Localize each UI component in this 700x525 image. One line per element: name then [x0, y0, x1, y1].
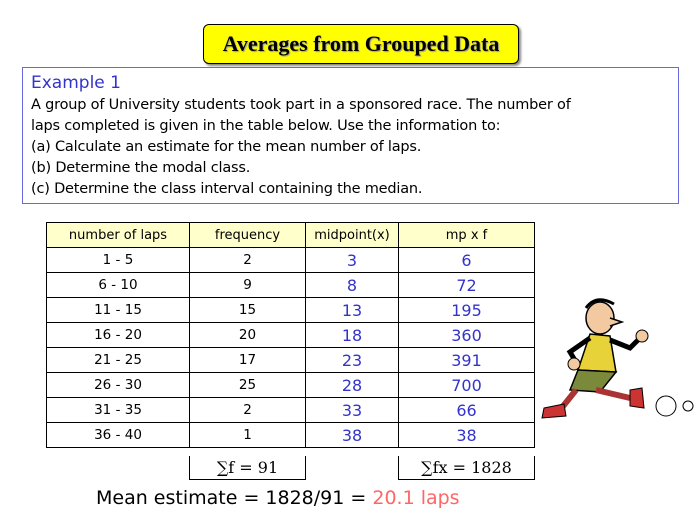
- table-cell: 2: [189, 397, 306, 423]
- mean-answer: 20.1 laps: [372, 487, 460, 509]
- table-row: 6 - 10 9 8 72: [46, 272, 535, 298]
- table-cell: 66: [398, 397, 535, 423]
- table-cell: 38: [398, 422, 535, 448]
- table-cell: 20: [189, 322, 306, 348]
- table-cell: 18: [305, 322, 399, 348]
- mean-estimate: Mean estimate = 1828/91 = 20.1 laps: [96, 487, 460, 509]
- table-cell: 26 - 30: [46, 372, 190, 398]
- table-cell: 1: [189, 422, 306, 448]
- table-row: 1 - 5236: [46, 247, 535, 273]
- table-cell: 6 - 10: [46, 272, 190, 298]
- table-cell: 13: [305, 297, 399, 323]
- table-cell: 391: [398, 347, 535, 373]
- table-row: 31 - 35 2 33 66: [46, 397, 535, 423]
- table-cell: 23: [305, 347, 399, 373]
- table-cell: 17: [189, 347, 306, 373]
- table-cell: 38: [305, 422, 399, 448]
- table-cell: 15: [189, 297, 306, 323]
- slide-title: Averages from Grouped Data: [203, 24, 519, 64]
- table-cell: 3: [305, 247, 399, 273]
- mean-text: Mean estimate = 1828/91 =: [96, 487, 373, 509]
- example-line: A group of University students took part…: [31, 97, 571, 113]
- table-row: 26 - 30 25 28 700: [46, 372, 535, 398]
- table-header-row: number of laps frequency midpoint(x) mp x f: [46, 222, 535, 248]
- example-line: (b) Determine the modal class.: [31, 160, 251, 176]
- table-row: 11 - 15 15 13 195: [46, 297, 535, 323]
- table-cell: 700: [398, 372, 535, 398]
- column-header: mp x f: [398, 222, 535, 248]
- table-cell: 1 - 5: [46, 247, 190, 273]
- example-line: laps completed is given in the table bel…: [31, 118, 501, 134]
- table-cell: 21 - 25: [46, 347, 190, 373]
- table-cell: 8: [305, 272, 399, 298]
- table-cell: 2: [189, 247, 306, 273]
- table-cell: 31 - 35: [46, 397, 190, 423]
- table-cell: 360: [398, 322, 535, 348]
- column-header: frequency: [189, 222, 306, 248]
- table-cell: 6: [398, 247, 535, 273]
- table-row: 21 - 25 17 23 391: [46, 347, 535, 373]
- frequency-table: number of laps frequency midpoint(x) mp x f…: [46, 222, 535, 448]
- table-cell: 28: [305, 372, 399, 398]
- example-heading: Example 1: [31, 73, 121, 93]
- example-line: (a) Calculate an estimate for the mean n…: [31, 139, 422, 155]
- sum-fx: ∑fx = 1828: [398, 456, 535, 480]
- sum-frequency: ∑f = 91: [189, 456, 306, 480]
- table-row: 36 - 40 1 38 38: [46, 422, 535, 448]
- example-box: Example 1 A group of University students…: [22, 67, 679, 204]
- running-man-illustration: [541, 298, 694, 419]
- table-cell: 36 - 40: [46, 422, 190, 448]
- table-cell: 195: [398, 297, 535, 323]
- table-cell: 33: [305, 397, 399, 423]
- table-cell: 11 - 15: [46, 297, 190, 323]
- table-cell: 16 - 20: [46, 322, 190, 348]
- table-cell: 9: [189, 272, 306, 298]
- example-line: (c) Determine the class interval contain…: [31, 181, 423, 197]
- table-row: 16 - 20 20 18 360: [46, 322, 535, 348]
- table-cell: 25: [189, 372, 306, 398]
- column-header: number of laps: [46, 222, 190, 248]
- column-header: midpoint(x): [305, 222, 399, 248]
- table-cell: 72: [398, 272, 535, 298]
